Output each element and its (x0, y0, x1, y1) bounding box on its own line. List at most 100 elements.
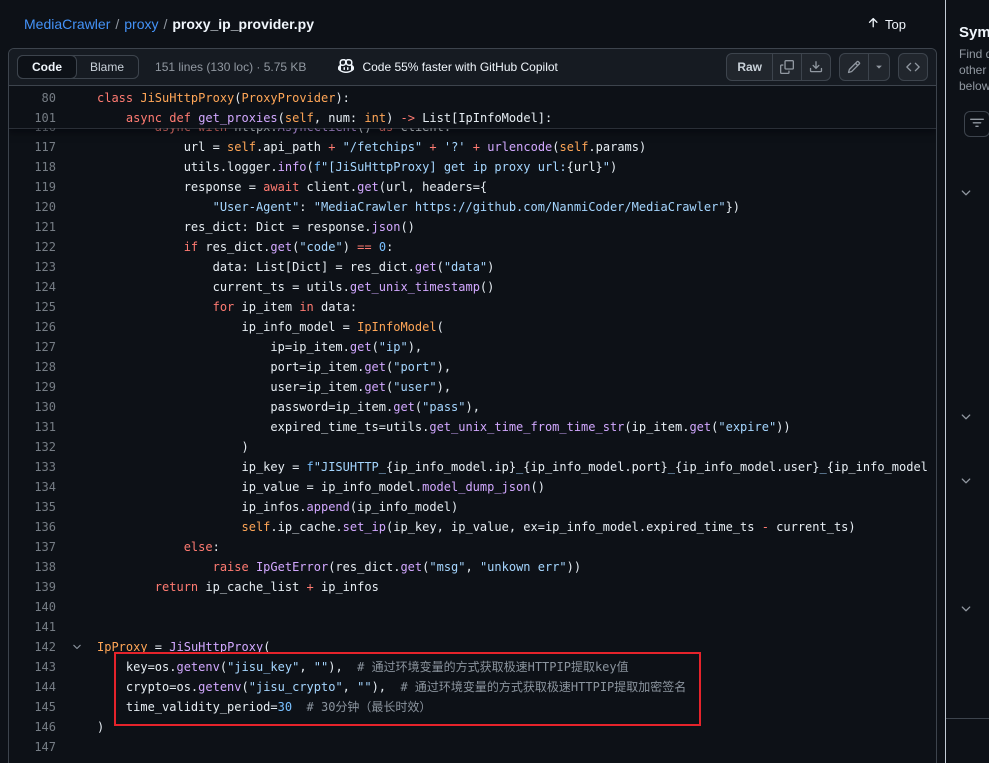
tab-code[interactable]: Code (17, 55, 77, 79)
code-token (97, 111, 126, 125)
line-number[interactable]: 144 (9, 677, 56, 697)
line-number[interactable]: 142 (9, 637, 56, 657)
line-number[interactable]: 141 (9, 617, 56, 637)
code-view-container: Code Blame 151 lines (130 loc) · 5.75 KB… (8, 48, 937, 763)
code-line: 132 ) (9, 437, 936, 457)
line-number[interactable]: 128 (9, 357, 56, 377)
symbols-description-line: Find definitions and references for func… (959, 46, 989, 62)
line-number[interactable]: 139 (9, 577, 56, 597)
code-line: 125 for ip_item in data: (9, 297, 936, 317)
code-token: url = (97, 140, 227, 154)
code-token: ) (97, 720, 104, 734)
code-token: # 通过环境变量的方式获取极速HTTPIP提取加密签名 (400, 680, 686, 694)
code-token (292, 700, 306, 714)
arrow-up-icon (866, 16, 880, 33)
line-number[interactable]: 132 (9, 437, 56, 457)
code-token: {ip_info_model.user} (675, 460, 820, 474)
code-line-text: ) (97, 717, 936, 737)
code-token: ip_infos (314, 580, 379, 594)
back-to-top-button[interactable]: Top (860, 12, 912, 37)
fold-spacer (56, 477, 97, 497)
edit-file-button[interactable] (839, 53, 869, 81)
line-number[interactable]: 136 (9, 517, 56, 537)
code-token: current_ts) (769, 520, 856, 534)
code-line: 142IpProxy = JiSuHttpProxy( (9, 637, 936, 657)
code-token: "MediaCrawler https://github.com/NanmiCo… (314, 200, 726, 214)
line-number[interactable]: 123 (9, 257, 56, 277)
line-number[interactable]: 119 (9, 177, 56, 197)
code-token: , (299, 660, 313, 674)
code-line-text: response = await client.get(url, headers… (97, 177, 936, 197)
code-token: ), (328, 660, 357, 674)
copilot-banner[interactable]: Code 55% faster with GitHub Copilot (332, 57, 563, 78)
fold-spacer (56, 537, 97, 557)
raw-actions-group: Raw (726, 53, 831, 81)
line-number[interactable]: 127 (9, 337, 56, 357)
code-token: f (307, 460, 314, 474)
code-token: "" (314, 660, 328, 674)
line-number[interactable]: 124 (9, 277, 56, 297)
line-number[interactable]: 118 (9, 157, 56, 177)
fold-spacer (56, 577, 97, 597)
code-token: user=ip_item. (97, 380, 364, 394)
line-number[interactable]: 125 (9, 297, 56, 317)
code-token: , (343, 680, 357, 694)
code-line-text (97, 597, 936, 617)
code-token: .api_path (256, 140, 328, 154)
code-token: : (213, 540, 220, 554)
line-number[interactable]: 143 (9, 657, 56, 677)
code-token: get (364, 380, 386, 394)
code-line: 145 time_validity_period=30 # 30分钟（最长时效） (9, 697, 936, 717)
breadcrumb-folder-link[interactable]: proxy (124, 16, 158, 32)
symbols-panel-toggle-button[interactable] (898, 53, 928, 81)
code-token: set_ip (343, 520, 386, 534)
copy-raw-button[interactable] (772, 53, 802, 81)
chevron-down-icon[interactable] (958, 602, 974, 618)
raw-button[interactable]: Raw (726, 53, 773, 81)
fold-spacer (56, 177, 97, 197)
download-raw-button[interactable] (801, 53, 831, 81)
line-number[interactable]: 134 (9, 477, 56, 497)
line-number[interactable]: 122 (9, 237, 56, 257)
line-number[interactable]: 129 (9, 377, 56, 397)
code-token: current_ts = utils. (97, 280, 350, 294)
tab-blame[interactable]: Blame (76, 56, 138, 78)
chevron-down-icon[interactable] (958, 186, 974, 202)
fold-chevron-icon[interactable] (56, 637, 97, 657)
line-number[interactable]: 126 (9, 317, 56, 337)
line-number[interactable]: 146 (9, 717, 56, 737)
breadcrumb-repo-link[interactable]: MediaCrawler (24, 16, 110, 32)
code-token: .params) (588, 140, 646, 154)
code-line: 135 ip_infos.append(ip_info_model) (9, 497, 936, 517)
symbols-filter-button[interactable] (964, 111, 989, 137)
panel-resize-divider[interactable] (945, 0, 946, 763)
code-line-text: "User-Agent": "MediaCrawler https://gith… (97, 197, 936, 217)
line-number[interactable]: 121 (9, 217, 56, 237)
edit-dropdown-button[interactable] (868, 53, 890, 81)
line-number[interactable]: 137 (9, 537, 56, 557)
line-number[interactable]: 145 (9, 697, 56, 717)
line-number[interactable]: 138 (9, 557, 56, 577)
code-line-text: ip_value = ip_info_model.model_dump_json… (97, 477, 936, 497)
line-number[interactable]: 80 (9, 88, 56, 108)
code-token: get (350, 340, 372, 354)
code-token: -> (401, 111, 415, 125)
line-number[interactable]: 131 (9, 417, 56, 437)
code-line-text: password=ip_item.get("pass"), (97, 397, 936, 417)
fold-spacer (56, 737, 97, 757)
code-token: )) (567, 560, 581, 574)
line-number[interactable]: 120 (9, 197, 56, 217)
line-number[interactable]: 117 (9, 137, 56, 157)
chevron-down-icon[interactable] (958, 410, 974, 426)
code-line-text (97, 617, 936, 637)
chevron-down-icon[interactable] (958, 474, 974, 490)
symbols-panel-title: Symbols (959, 24, 989, 41)
code-token: : (386, 240, 393, 254)
line-number[interactable]: 140 (9, 597, 56, 617)
line-number[interactable]: 147 (9, 737, 56, 757)
line-number[interactable]: 101 (9, 108, 56, 128)
fold-spacer (56, 88, 97, 108)
line-number[interactable]: 133 (9, 457, 56, 477)
line-number[interactable]: 130 (9, 397, 56, 417)
line-number[interactable]: 135 (9, 497, 56, 517)
